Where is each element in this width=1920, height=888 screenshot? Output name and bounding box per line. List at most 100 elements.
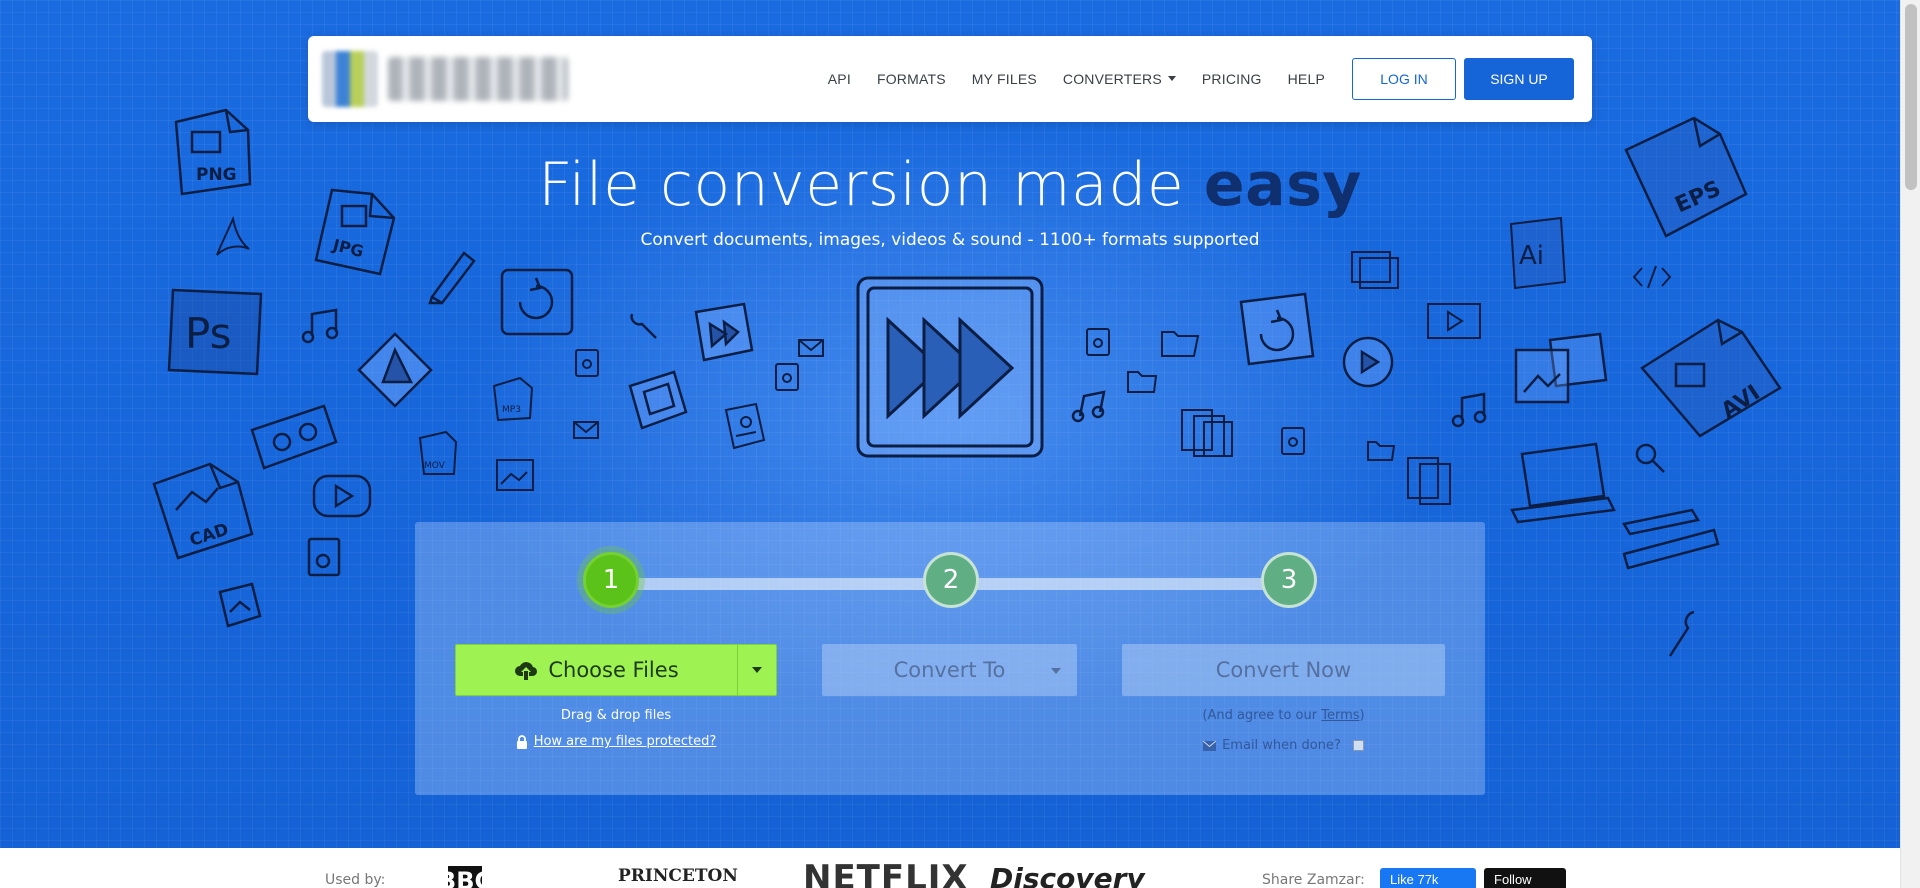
mp3-file-icon: MP3	[490, 374, 536, 424]
scrollbar-thumb[interactable]	[1905, 4, 1917, 190]
headline-main: File conversion made	[538, 150, 1185, 220]
cad-label: CAD	[187, 520, 231, 551]
choose-files-button-group: Choose Files	[455, 644, 777, 696]
file-protection-link[interactable]: How are my files protected?	[534, 734, 717, 749]
code-icon	[1632, 262, 1672, 292]
audio-doc-icon	[772, 360, 802, 394]
email-when-done-checkbox[interactable]	[1352, 740, 1364, 751]
top-navbar: API FORMATS MY FILES CONVERTERS PRICING …	[308, 36, 1592, 122]
clipboard-icon	[1178, 404, 1238, 460]
music-note-right-icon	[1070, 388, 1110, 424]
headline-emphasis: easy	[1203, 150, 1362, 220]
audio-file-icon	[305, 535, 345, 579]
photoshop-icon: Ps	[165, 282, 267, 382]
audio-doc-right-icon	[1083, 325, 1113, 359]
cassette-icon	[248, 402, 340, 472]
cad-file-icon: CAD	[148, 458, 260, 562]
page-headline: File conversion made easy	[0, 150, 1900, 220]
refresh-icon	[496, 264, 578, 340]
site-logo[interactable]	[308, 36, 578, 122]
step-2-indicator: 2	[923, 552, 979, 608]
audio-file-right-icon	[1278, 424, 1308, 458]
discovery-logo: Discovery	[990, 862, 1145, 888]
terms-link[interactable]: Terms	[1321, 708, 1359, 723]
page-scrollbar[interactable]	[1900, 0, 1920, 888]
video-play-icon	[310, 470, 374, 522]
nav-help[interactable]: HELP	[1288, 71, 1325, 87]
choose-files-label: Choose Files	[548, 658, 679, 682]
login-button[interactable]: LOG IN	[1352, 58, 1456, 100]
avi-file-icon: AVI	[1636, 314, 1786, 442]
clipboard-right-icon	[1404, 452, 1462, 510]
fast-forward-logo-icon	[852, 272, 1048, 462]
illustrator-icon: Ai	[1505, 214, 1569, 292]
laptop-icon	[1508, 440, 1618, 524]
film-strip-icon	[622, 368, 692, 432]
page-subheadline: Convert documents, images, videos & soun…	[640, 230, 1260, 250]
file-small-icon	[572, 346, 602, 380]
caret-down-icon	[752, 667, 762, 673]
facebook-like-button[interactable]: Like 77k	[1380, 868, 1476, 888]
netflix-logo: NETFLIX	[803, 858, 969, 888]
forward-icon	[690, 300, 756, 366]
envelope-icon	[1203, 740, 1217, 751]
music-note-icon	[300, 306, 344, 346]
lock-icon	[516, 734, 527, 749]
nav-api[interactable]: API	[828, 71, 851, 87]
nav-links: API FORMATS MY FILES CONVERTERS PRICING …	[815, 36, 1574, 122]
email-when-done-label: Email when done?	[1222, 738, 1341, 753]
used-by-label: Used by:	[325, 872, 386, 888]
drag-drop-hint: Drag & drop files	[560, 708, 672, 723]
used-by-strip: Used by: BBC PRINCETON NETFLIX Discovery…	[0, 848, 1900, 888]
video-file-icon	[1424, 296, 1484, 346]
ps-label: Ps	[185, 309, 231, 358]
refresh-right-icon	[1235, 290, 1319, 370]
x-follow-button[interactable]: Follow	[1484, 868, 1566, 888]
wrench-icon	[622, 306, 662, 346]
mp3-label: MP3	[502, 405, 521, 415]
music-right-icon	[1450, 390, 1490, 430]
logo-wordmark	[388, 57, 568, 101]
picture-icon	[493, 456, 537, 496]
share-label: Share Zamzar:	[1262, 872, 1365, 888]
wrench-right-icon	[1664, 606, 1708, 662]
folder-right-icon	[1364, 436, 1398, 464]
terms-agreement: (And agree to our Terms)	[1122, 708, 1445, 723]
document-icon	[720, 400, 770, 452]
choose-files-button[interactable]: Choose Files	[456, 645, 738, 695]
cloud-upload-icon	[515, 662, 538, 680]
convert-to-select[interactable]: Convert To	[822, 644, 1077, 696]
logo-mark	[322, 51, 378, 107]
caret-down-icon	[1051, 668, 1061, 674]
magnifier-icon	[1632, 440, 1668, 476]
envelope-icon	[572, 418, 602, 442]
pencil-icon	[424, 245, 480, 305]
choose-files-dropdown-toggle[interactable]	[738, 645, 776, 695]
nav-pricing[interactable]: PRICING	[1202, 71, 1262, 87]
agree-suffix: )	[1359, 708, 1365, 723]
images-icon	[1346, 244, 1402, 294]
nav-converters-label: CONVERTERS	[1062, 71, 1162, 87]
nav-converters[interactable]: CONVERTERS	[1063, 71, 1176, 87]
play-circle-icon	[1340, 334, 1396, 390]
convert-to-label: Convert To	[893, 658, 1006, 682]
convert-now-button[interactable]: Convert Now	[1122, 644, 1445, 696]
step-3-indicator: 3	[1261, 552, 1317, 608]
nav-my-files[interactable]: MY FILES	[972, 71, 1037, 87]
agree-prefix: (And agree to our	[1202, 708, 1322, 723]
mov-file-icon: MOV	[416, 428, 460, 478]
hero-section: PNG JPG Ps CAD MOV MP3 EPS Ai AVI File c…	[0, 0, 1900, 848]
folder-small-icon	[1124, 366, 1160, 396]
mail-icon	[797, 336, 827, 360]
email-when-done-row: Email when done?	[1122, 738, 1445, 753]
step-1-indicator: 1	[583, 552, 639, 608]
signup-button[interactable]: SIGN UP	[1464, 58, 1574, 100]
bbc-logo: BBC	[438, 866, 492, 888]
bbc-logo-text: BBC	[438, 866, 492, 888]
image-file-icon	[214, 580, 264, 630]
photo-frames-icon	[1510, 330, 1610, 412]
ruler-pencil-icon	[1620, 502, 1722, 572]
folder-icon	[1158, 324, 1202, 360]
converter-panel: 1 2 3 Choose Files Convert To Convert No…	[415, 522, 1485, 795]
nav-formats[interactable]: FORMATS	[877, 71, 946, 87]
